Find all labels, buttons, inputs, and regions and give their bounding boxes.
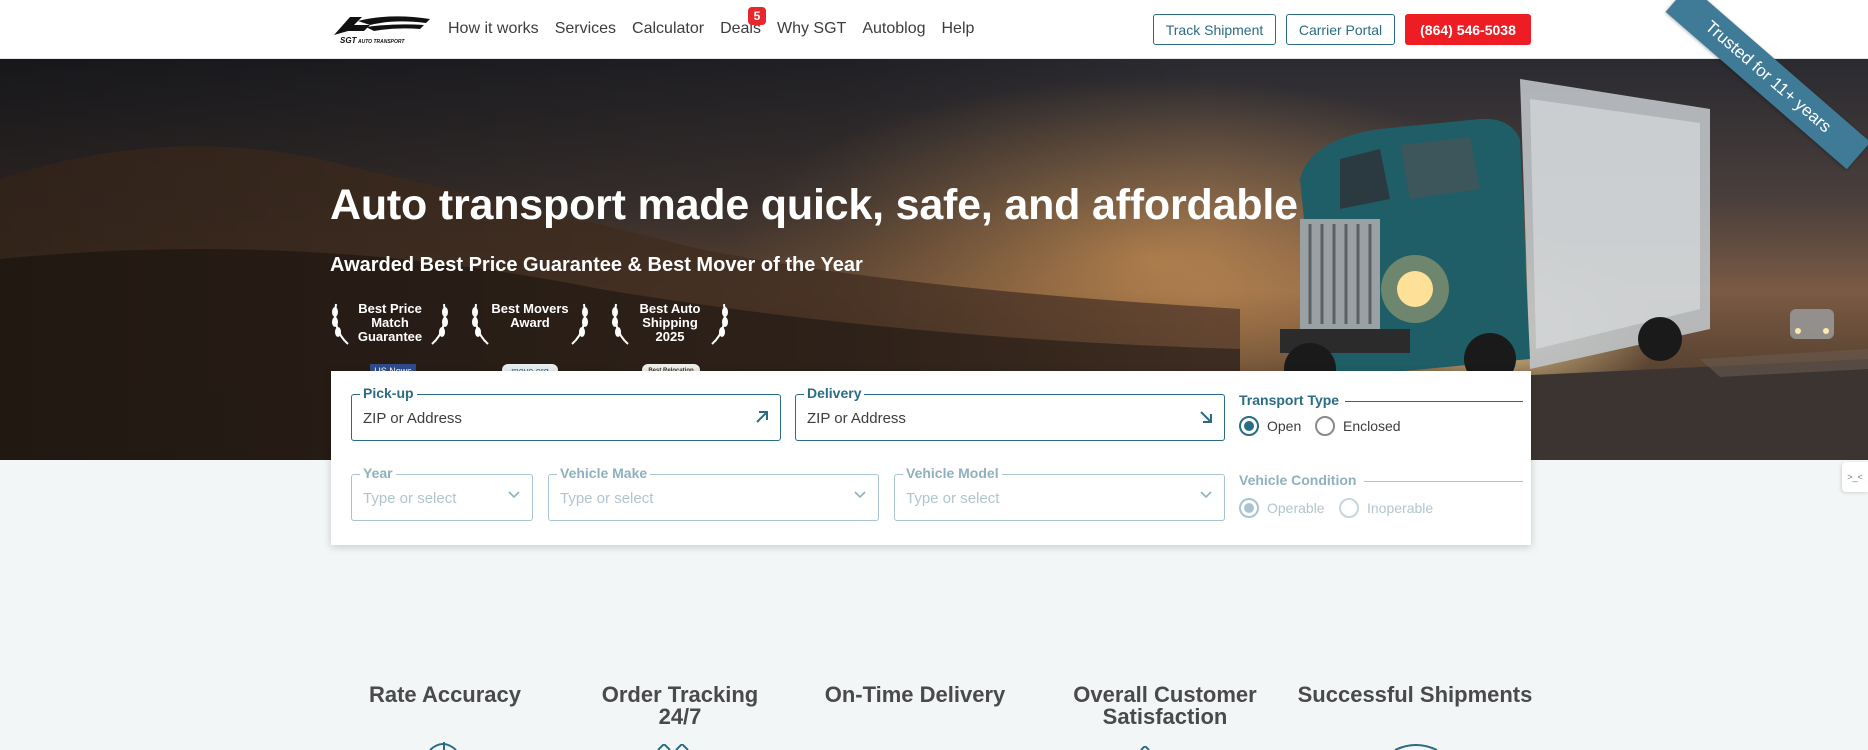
top-navbar: SGT AUTO TRANSPORT How it works Services… [0, 0, 1868, 59]
pickup-field[interactable]: Pick-up ZIP or Address [351, 385, 781, 441]
award-text: Best Movers Award [491, 301, 569, 330]
stat-rate-accuracy: Rate Accuracy [368, 682, 522, 707]
year-label: Year [360, 465, 396, 481]
nav-deals[interactable]: Deals 5 [720, 7, 766, 38]
radio-unselected-icon [1315, 416, 1335, 436]
chevron-down-icon[interactable] [854, 491, 866, 499]
rate-accuracy-icon [429, 742, 457, 750]
transport-open-radio[interactable]: Open [1239, 416, 1301, 436]
track-shipment-button[interactable]: Track Shipment [1153, 14, 1276, 45]
vehicle-model-input[interactable]: Type or select [906, 490, 999, 507]
laurel-right-icon [571, 303, 588, 345]
nav-autoblog[interactable]: Autoblog [862, 20, 925, 38]
nav-how-it-works[interactable]: How it works [448, 20, 539, 38]
radio-unselected-icon [1339, 498, 1359, 518]
laurel-left-icon [332, 303, 349, 345]
delivery-input[interactable]: ZIP or Address [807, 410, 906, 427]
condition-inoperable-label: Inoperable [1367, 500, 1434, 516]
vehicle-make-field[interactable]: Vehicle Make Type or select [548, 465, 879, 521]
transport-enclosed-label: Enclosed [1343, 418, 1401, 434]
radio-selected-icon [1239, 498, 1259, 518]
condition-operable-label: Operable [1267, 500, 1325, 516]
award-best-auto-shipping: Best Auto Shipping 2025 Best Relocation [610, 300, 730, 380]
delivery-field[interactable]: Delivery ZIP or Address [795, 385, 1225, 441]
year-field[interactable]: Year Type or select [351, 465, 533, 521]
award-best-price-match: Best Price Match Guarantee US.News [330, 300, 450, 380]
laurel-right-icon [431, 303, 448, 345]
transport-type-divider [1345, 401, 1523, 402]
svg-text:AUTO TRANSPORT: AUTO TRANSPORT [357, 39, 405, 45]
arrow-up-right-icon [756, 411, 768, 423]
side-chat-tab[interactable]: >_< [1842, 462, 1868, 492]
radio-selected-icon [1239, 416, 1259, 436]
satisfaction-icon [1140, 746, 1150, 750]
transport-enclosed-radio[interactable]: Enclosed [1315, 416, 1401, 436]
award-text: Best Price Match Guarantee [357, 301, 423, 344]
laurel-right-icon [711, 303, 728, 345]
order-tracking-icon [657, 744, 689, 750]
chevron-down-icon[interactable] [1200, 491, 1212, 499]
shipments-icon [1394, 744, 1438, 750]
hero-subtitle: Awarded Best Price Guarantee & Best Move… [330, 254, 863, 276]
transport-type-label: Transport Type [1239, 392, 1340, 408]
hero-title: Auto transport made quick, safe, and aff… [330, 181, 1298, 229]
vehicle-condition-divider [1364, 481, 1523, 482]
award-text: Best Auto Shipping 2025 [639, 301, 701, 344]
delivery-label: Delivery [804, 385, 865, 401]
pickup-label: Pick-up [360, 385, 417, 401]
svg-text:SGT: SGT [340, 36, 358, 45]
chevron-down-icon[interactable] [508, 491, 520, 499]
stat-order-tracking: Order Tracking 24/7 [601, 682, 759, 729]
vehicle-make-label: Vehicle Make [557, 465, 651, 481]
condition-operable-radio[interactable]: Operable [1239, 498, 1325, 518]
arrow-down-right-icon [1200, 411, 1212, 423]
vehicle-model-label: Vehicle Model [903, 465, 1002, 481]
nav-calculator[interactable]: Calculator [632, 20, 704, 38]
condition-inoperable-radio[interactable]: Inoperable [1339, 498, 1433, 518]
stat-customer-satisfaction: Overall Customer Satisfaction [1073, 682, 1257, 729]
year-input[interactable]: Type or select [363, 490, 456, 507]
main-menu: How it works Services Calculator Deals 5… [448, 0, 990, 58]
deals-count-badge: 5 [747, 7, 766, 25]
vehicle-make-input[interactable]: Type or select [560, 490, 653, 507]
award-best-movers: Best Movers Award move.org [470, 300, 590, 380]
quote-form: Pick-up ZIP or Address Delivery ZIP or A… [331, 371, 1531, 545]
pickup-input[interactable]: ZIP or Address [363, 410, 462, 427]
sgt-logo[interactable]: SGT AUTO TRANSPORT [330, 13, 432, 45]
vehicle-model-field[interactable]: Vehicle Model Type or select [894, 465, 1225, 521]
phone-call-button[interactable]: (864) 546-5038 [1405, 14, 1531, 45]
laurel-left-icon [472, 303, 489, 345]
vehicle-condition-label: Vehicle Condition [1239, 472, 1357, 488]
transport-open-label: Open [1267, 418, 1302, 434]
nav-why-sgt[interactable]: Why SGT [777, 20, 846, 38]
stat-successful-shipments: Successful Shipments [1297, 682, 1533, 707]
carrier-portal-button[interactable]: Carrier Portal [1286, 14, 1395, 45]
nav-services[interactable]: Services [555, 20, 616, 38]
laurel-left-icon [612, 303, 629, 345]
nav-help[interactable]: Help [942, 20, 975, 38]
stat-on-time-delivery: On-Time Delivery [824, 682, 1006, 707]
